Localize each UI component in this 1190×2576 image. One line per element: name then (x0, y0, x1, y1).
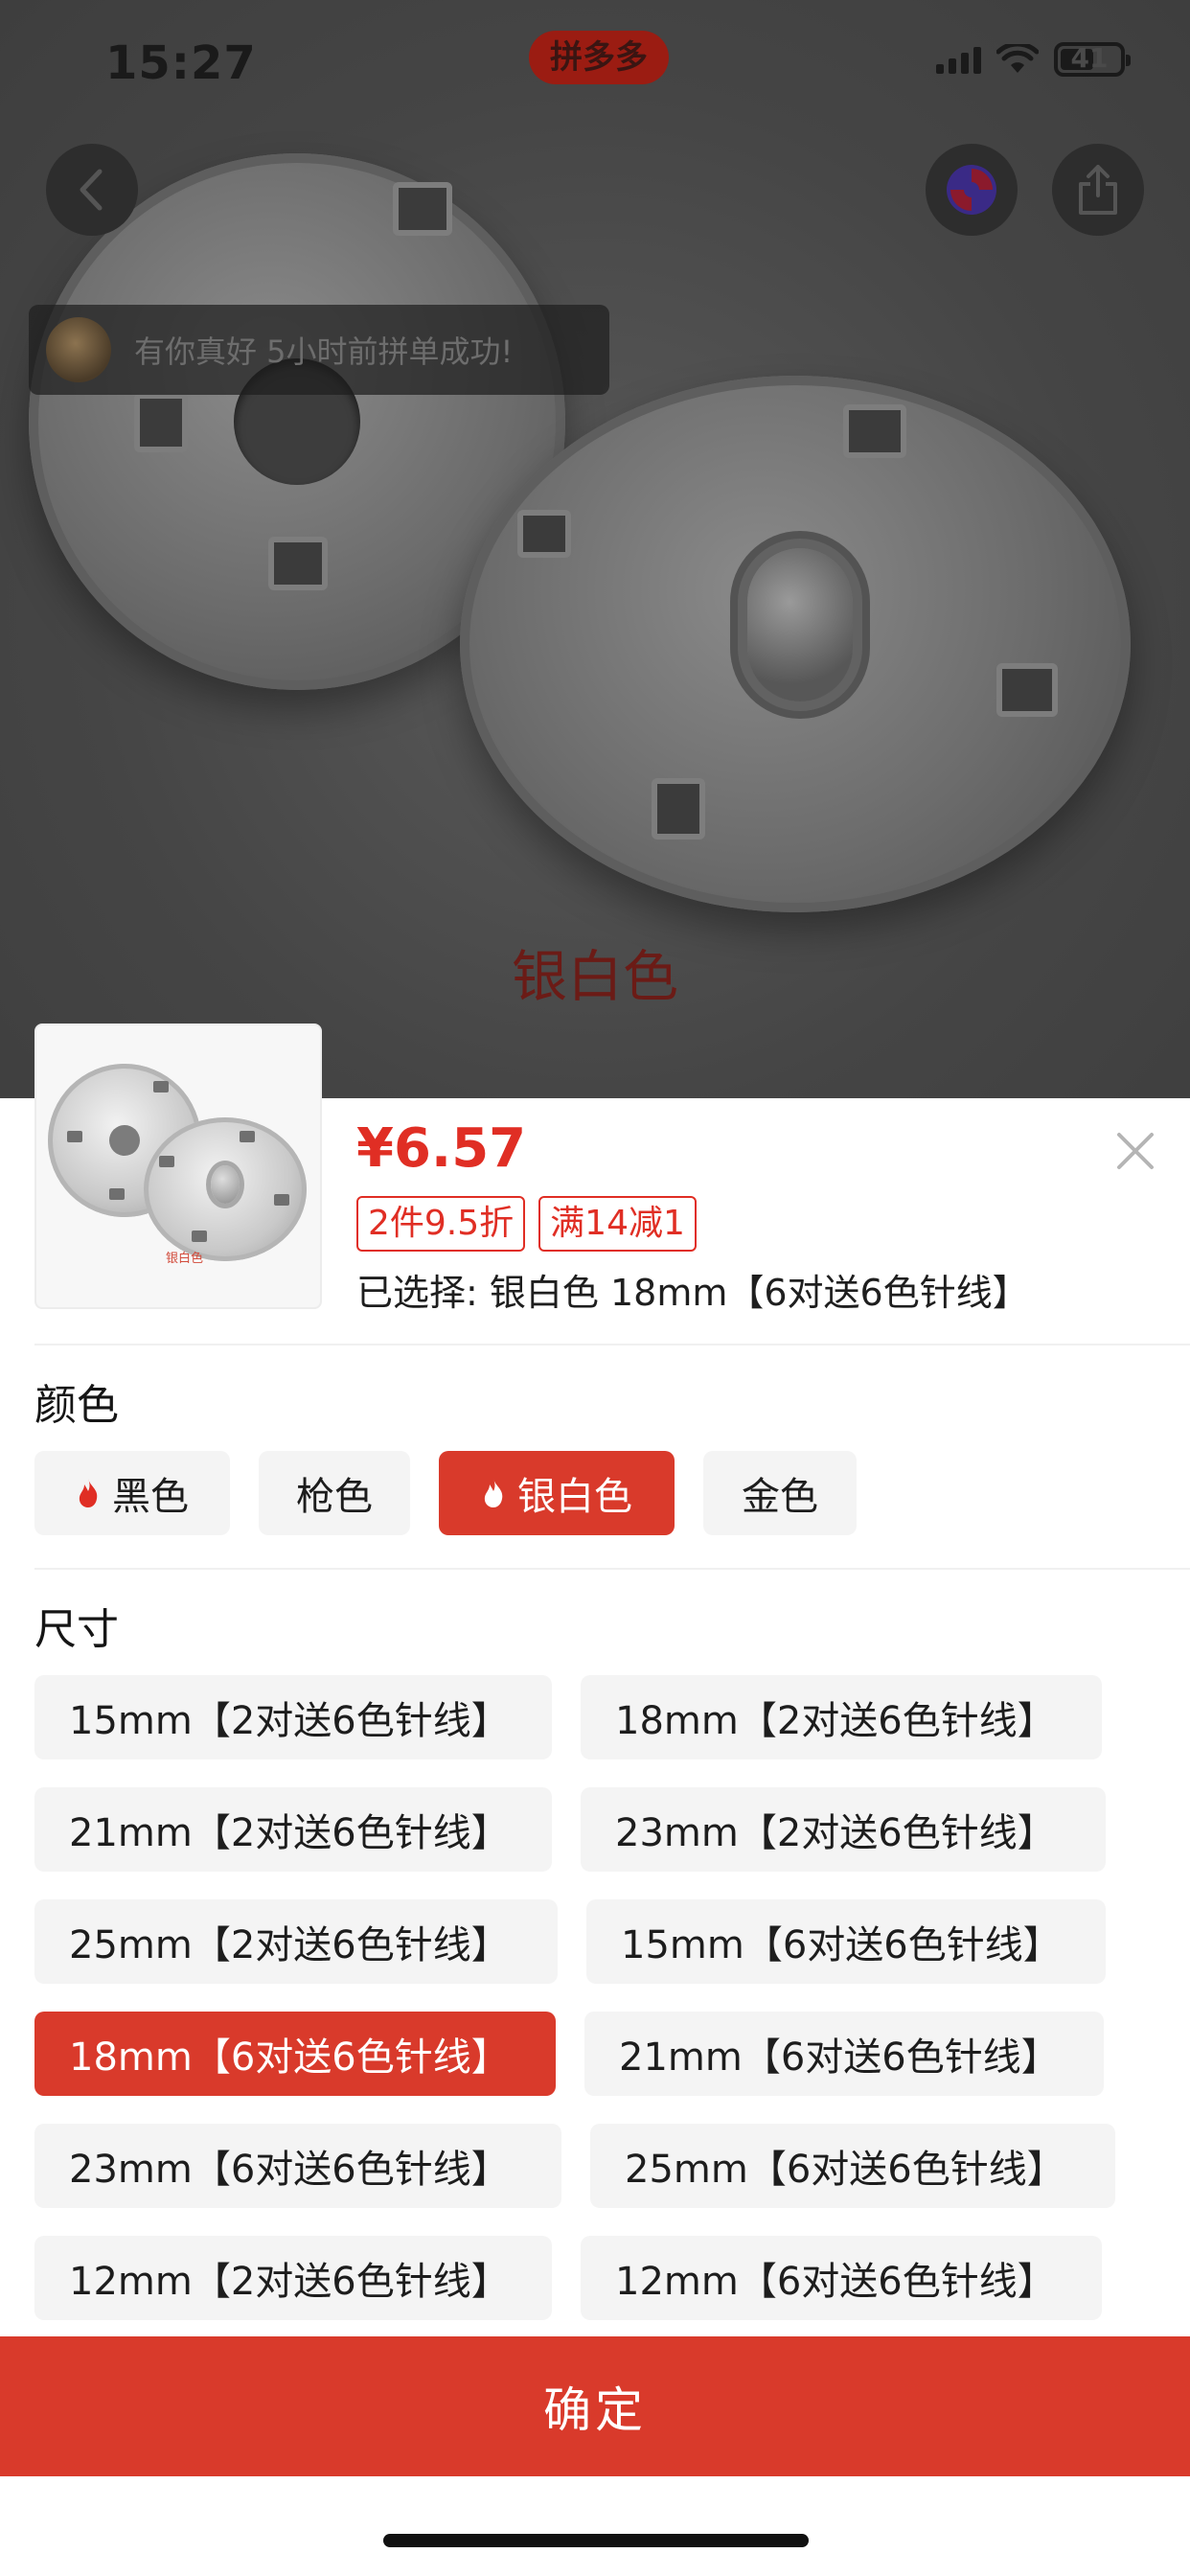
color-option-gold[interactable]: 金色 (703, 1451, 857, 1535)
share-icon (1079, 165, 1117, 215)
sku-selector-screen: 15:27 拼多多 41 有你真好 5小时前拼单成功! 银白色 银白色 ¥6.5… (0, 0, 1190, 2576)
variant-caption: 银白色 (511, 944, 678, 1009)
status-time: 15:27 (105, 36, 257, 90)
size-option[interactable]: 23mm【6对送6色针线】 (34, 2124, 561, 2208)
snap-button-stud-image (460, 376, 1131, 912)
color-option-label: 黑色 (112, 1475, 189, 1519)
status-bar: 15:27 拼多多 41 (0, 0, 1190, 126)
back-button[interactable] (46, 144, 138, 236)
close-button[interactable] (1111, 1127, 1159, 1175)
size-section-title: 尺寸 (34, 1605, 119, 1654)
promo-tags: 2件9.5折 满14减1 (356, 1196, 697, 1252)
divider (34, 1344, 1190, 1346)
color-option-black[interactable]: 黑色 (34, 1451, 230, 1535)
cellular-signal-icon (936, 45, 981, 74)
thumbnail-caption: 银白色 (166, 1252, 204, 1266)
app-badge: 拼多多 (529, 31, 669, 84)
refresh-button[interactable] (926, 144, 1018, 236)
confirm-button[interactable]: 确定 (0, 2336, 1190, 2476)
selected-variant-summary: 已选择: 银白色 18mm【6对送6色针线】 (356, 1272, 1029, 1314)
size-option[interactable]: 25mm【2对送6色针线】 (34, 1899, 558, 1984)
size-option[interactable]: 25mm【6对送6色针线】 (590, 2124, 1115, 2208)
size-option[interactable]: 18mm【2对送6色针线】 (581, 1675, 1102, 1760)
battery-icon: 41 (1054, 42, 1131, 77)
group-buy-notice: 有你真好 5小时前拼单成功! (29, 305, 609, 395)
size-option[interactable]: 12mm【2对送6色针线】 (34, 2236, 552, 2320)
size-option-selected[interactable]: 18mm【6对送6色针线】 (34, 2012, 556, 2096)
size-option[interactable]: 12mm【6对送6色针线】 (581, 2236, 1102, 2320)
color-section-title: 颜色 (34, 1381, 119, 1430)
wifi-icon (996, 44, 1039, 75)
size-option[interactable]: 15mm【6对送6色针线】 (586, 1899, 1106, 1984)
close-icon (1117, 1133, 1154, 1169)
group-buy-notice-text: 有你真好 5小时前拼单成功! (134, 334, 514, 370)
color-option-label: 枪色 (296, 1475, 373, 1519)
avatar (46, 317, 111, 382)
battery-level: 41 (1070, 42, 1109, 74)
system-icons: 41 (936, 42, 1131, 77)
color-option-label: 金色 (742, 1475, 818, 1519)
price: ¥6.57 (356, 1117, 527, 1180)
size-option[interactable]: 21mm【2对送6色针线】 (34, 1787, 552, 1872)
chevron-left-icon (80, 169, 103, 211)
size-option[interactable]: 21mm【6对送6色针线】 (584, 2012, 1104, 2096)
home-indicator[interactable] (383, 2534, 809, 2547)
color-option-gunmetal[interactable]: 枪色 (259, 1451, 410, 1535)
divider (34, 1568, 1190, 1570)
promo-tag-discount: 2件9.5折 (356, 1196, 526, 1252)
share-button[interactable] (1052, 144, 1144, 236)
color-option-silver[interactable]: 银白色 (439, 1451, 675, 1535)
size-option[interactable]: 15mm【2对送6色针线】 (34, 1675, 552, 1760)
product-thumbnail[interactable]: 银白色 (34, 1024, 322, 1309)
promo-tag-reduction: 满14减1 (538, 1196, 697, 1252)
size-option[interactable]: 23mm【2对送6色针线】 (581, 1787, 1106, 1872)
flame-icon (79, 1479, 98, 1507)
flame-icon (484, 1479, 503, 1507)
swirl-logo-icon (947, 165, 996, 215)
color-option-label: 银白色 (517, 1475, 632, 1519)
